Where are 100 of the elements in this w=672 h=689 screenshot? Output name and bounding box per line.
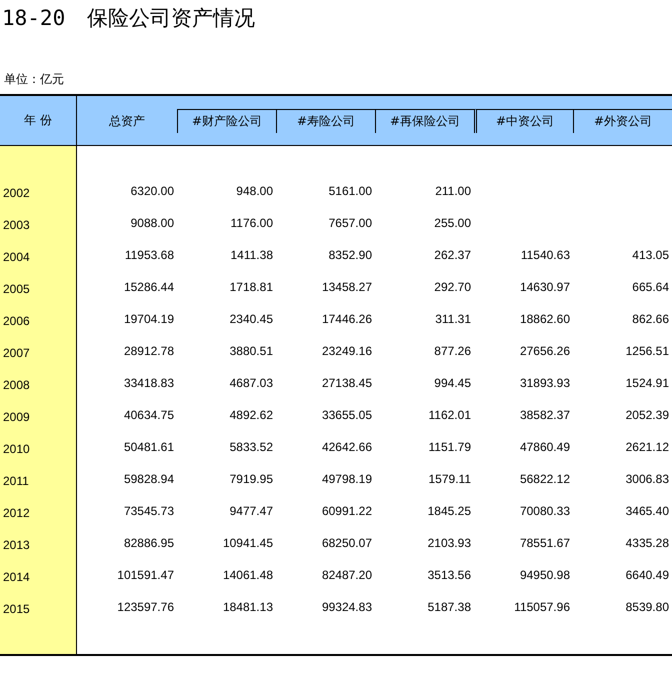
table-cell-text: 5161.00 xyxy=(328,183,372,200)
table-cell-text: 68250.07 xyxy=(322,535,372,552)
table-cell-text: 1162.01 xyxy=(428,407,471,424)
table-cell-text: 311.31 xyxy=(435,311,471,328)
table-cell-text: 292.70 xyxy=(434,279,471,296)
table-cell-text: 78551.67 xyxy=(520,535,570,552)
table-cell-text: 2621.12 xyxy=(626,439,669,456)
table-cell-text: 6320.00 xyxy=(130,183,174,200)
table-cell-text: 17446.26 xyxy=(322,311,372,328)
table-number: 18-20 xyxy=(2,5,66,32)
table-cell-text: 877.26 xyxy=(434,343,471,360)
unit-label: 单位：亿元 xyxy=(4,71,64,88)
table-cell-text: 8539.80 xyxy=(626,599,669,616)
table-cell-text: 38582.37 xyxy=(520,407,570,424)
table-cell-text: 1411.38 xyxy=(230,247,273,264)
table-cell-text: 2013 xyxy=(3,537,30,554)
table-cell-text: 14061.48 xyxy=(222,567,273,584)
table-cell-text: 4892.62 xyxy=(230,407,273,424)
table-cell-text: 4335.28 xyxy=(626,535,669,552)
table-cell-text: 1845.25 xyxy=(428,503,471,520)
table-cell-text: 47860.49 xyxy=(520,439,570,456)
table-cell-text: 5187.38 xyxy=(428,599,471,616)
table-cell-text: 2340.45 xyxy=(230,311,273,328)
table-cell-text: 2005 xyxy=(3,281,30,298)
table-cell-text: 2007 xyxy=(3,345,30,362)
table-cell-text: 1718.81 xyxy=(230,279,273,296)
table-cell-text: 11540.63 xyxy=(520,247,570,264)
table-cell-text: 2012 xyxy=(3,505,30,522)
table-cell-text: 2008 xyxy=(3,377,30,394)
table-cell-text: 40634.75 xyxy=(124,407,174,424)
table-cell-text: 2004 xyxy=(3,249,30,266)
table-cell-text: 11953.68 xyxy=(124,247,174,264)
table-cell-text: 1579.11 xyxy=(428,471,471,488)
table-cell-text: 27656.26 xyxy=(520,343,570,360)
table-cell-text: 15286.44 xyxy=(124,279,174,296)
table-cell-text: 255.00 xyxy=(434,215,471,232)
table-cell-text: 50481.61 xyxy=(124,439,174,456)
header-cell: #外资公司 xyxy=(573,108,672,132)
table-cell-text: 413.05 xyxy=(632,247,669,264)
table-cell-text: 10941.45 xyxy=(222,535,273,552)
table-cell-text: 82487.20 xyxy=(322,567,372,584)
table-cell-text: 2006 xyxy=(3,313,30,330)
table-cell-text: 56822.12 xyxy=(520,471,570,488)
table-cell-text: 5833.52 xyxy=(230,439,273,456)
table-cell-text: 94950.98 xyxy=(520,567,570,584)
header-cell: #再保险公司 xyxy=(375,108,474,132)
table-cell-text: 82886.95 xyxy=(124,535,174,552)
table-cell-text: 2003 xyxy=(3,217,30,234)
table-cell-text: 33418.83 xyxy=(124,375,174,392)
table-cell-text: 665.64 xyxy=(632,279,669,296)
table-cell-text: 262.37 xyxy=(434,247,471,264)
table-cell-text: 28912.78 xyxy=(124,343,174,360)
table-cell-text: 3006.83 xyxy=(626,471,669,488)
table-cell-text: 2014 xyxy=(3,569,30,586)
table-cell-text: 3513.56 xyxy=(428,567,471,584)
table-cell-text: 862.66 xyxy=(632,311,669,328)
header-cell: #寿险公司 xyxy=(276,108,375,132)
table-cell-text: 101591.47 xyxy=(117,567,174,584)
table-cell-text: 4687.03 xyxy=(230,375,273,392)
table-cell-text: 9477.47 xyxy=(230,503,273,520)
table-cell-text: 2015 xyxy=(3,601,30,618)
header-cell: #财产险公司 xyxy=(177,108,276,132)
table-cell-text: 60991.22 xyxy=(322,503,372,520)
table-cell-text: 18862.60 xyxy=(520,311,570,328)
table-cell-text: 3880.51 xyxy=(230,343,273,360)
table-cell-text: 33655.05 xyxy=(322,407,372,424)
table-cell-text: 27138.45 xyxy=(322,375,372,392)
table-cell-text: 99324.83 xyxy=(322,599,372,616)
table-cell-text: 994.45 xyxy=(434,375,471,392)
header-cell: #中资公司 xyxy=(474,108,573,132)
table-cell-text: 19704.19 xyxy=(124,311,174,328)
table-cell-text: 211.00 xyxy=(435,183,471,200)
table-cell-text: 8352.90 xyxy=(328,247,372,264)
table-cell-text: 2002 xyxy=(3,185,30,202)
table-cell-text: 49798.19 xyxy=(322,471,372,488)
table-cell-text: 123597.76 xyxy=(117,599,174,616)
table-cell-text: 18481.13 xyxy=(222,599,273,616)
table-cell-text: 2103.93 xyxy=(428,535,471,552)
table-cell-text: 73545.73 xyxy=(124,503,174,520)
header-cell-text: 总资产 xyxy=(109,113,145,130)
table-cell-text: 7919.95 xyxy=(230,471,273,488)
table-cell-text: 3465.40 xyxy=(626,503,669,520)
table-cell-text: 42642.66 xyxy=(322,439,372,456)
table-cell-text: 59828.94 xyxy=(124,471,174,488)
table-cell-text: 1524.91 xyxy=(626,375,669,392)
table-cell-text: 2010 xyxy=(3,441,30,458)
table-cell-text: 115057.96 xyxy=(514,599,570,616)
table-cell-text: 31893.93 xyxy=(520,375,570,392)
table-cell-text: 7657.00 xyxy=(328,215,372,232)
table-cell-text: 948.00 xyxy=(236,183,273,200)
table-cell-text: 1256.51 xyxy=(626,343,669,360)
table-cell-text: 13458.27 xyxy=(322,279,372,296)
table-cell-text: 6640.49 xyxy=(626,567,669,584)
table-cell-text: 2052.39 xyxy=(626,407,669,424)
table-cell-text: 2009 xyxy=(3,409,30,426)
table-cell-text: 14630.97 xyxy=(520,279,570,296)
header-cell-text: 年 份 xyxy=(24,112,52,128)
table-cell-text: 70080.33 xyxy=(520,503,570,520)
table-cell-text: 23249.16 xyxy=(322,343,372,360)
table-cell-text: 9088.00 xyxy=(130,215,174,232)
